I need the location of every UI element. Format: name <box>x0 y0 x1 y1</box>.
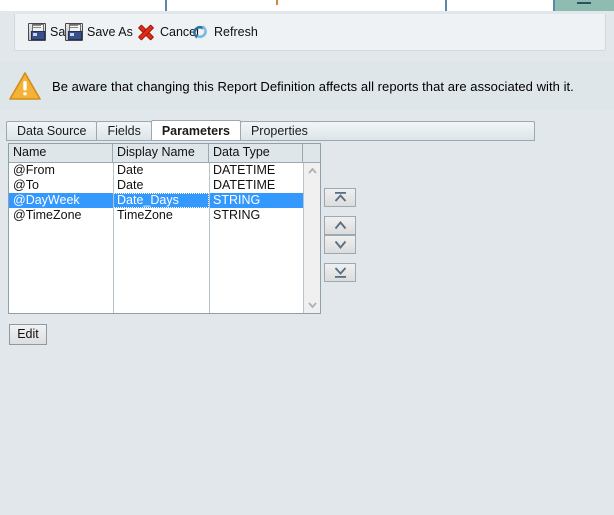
window-tab-strip <box>0 0 614 11</box>
grid-header-row: Name Display Name Data Type <box>9 144 320 163</box>
table-row[interactable]: @From Date DATETIME <box>9 163 303 178</box>
cell-data-type[interactable]: DATETIME <box>209 163 303 178</box>
warning-triangle-icon <box>8 71 42 101</box>
move-to-bottom-button[interactable] <box>324 263 356 282</box>
bar-down-arrow-icon <box>334 267 346 278</box>
toolbar-panel: Save Save As Cancel Refresh <box>14 14 606 51</box>
tab-fields[interactable]: Fields <box>96 121 152 140</box>
save-as-button[interactable]: Save As <box>62 15 136 49</box>
window-tab-3[interactable] <box>446 0 555 11</box>
cell-name[interactable]: @TimeZone <box>9 208 113 223</box>
refresh-button[interactable]: Refresh <box>187 15 261 49</box>
move-down-button[interactable] <box>324 235 356 254</box>
cell-name[interactable]: @From <box>9 163 113 178</box>
cell-name[interactable]: @DayWeek <box>9 193 113 208</box>
row-move-button-group <box>324 188 356 282</box>
tab-data-source[interactable]: Data Source <box>6 121 98 140</box>
cell-display-name[interactable]: Date <box>113 178 209 193</box>
tab-bar: Data Source Fields Parameters Properties <box>6 120 535 141</box>
move-button-gap <box>324 254 356 263</box>
chevron-down-icon <box>334 240 346 249</box>
floppy-disk-icon <box>65 23 83 41</box>
window-tab-marker-icon <box>276 0 278 5</box>
grid-vertical-scrollbar[interactable] <box>303 163 320 313</box>
bar-up-arrow-icon <box>334 192 346 202</box>
edit-button[interactable]: Edit <box>9 324 47 345</box>
table-row-selected[interactable]: @DayWeek Date_Days STRING <box>9 193 303 208</box>
circular-arrows-icon <box>190 22 210 42</box>
scroll-up-arrow-icon[interactable] <box>304 163 320 179</box>
column-header-name[interactable]: Name <box>9 144 113 162</box>
tab-bar-filler <box>317 121 535 140</box>
toolbar: Save Save As Cancel Refresh <box>0 11 614 51</box>
tab-properties[interactable]: Properties <box>239 121 319 140</box>
move-button-gap <box>324 207 356 216</box>
window-tab-1[interactable] <box>0 0 167 11</box>
cell-data-type[interactable]: STRING <box>209 208 303 223</box>
save-as-button-label: Save As <box>87 25 133 39</box>
chevron-up-icon <box>334 221 346 230</box>
table-row[interactable]: @TimeZone TimeZone STRING <box>9 208 303 223</box>
move-up-button[interactable] <box>324 216 356 235</box>
scroll-down-arrow-icon[interactable] <box>304 297 320 313</box>
move-to-top-button[interactable] <box>324 188 356 207</box>
cell-display-name[interactable]: Date <box>113 163 209 178</box>
cell-data-type[interactable]: STRING <box>209 193 303 208</box>
warning-banner: Be aware that changing this Report Defin… <box>0 62 614 110</box>
parameters-grid: Name Display Name Data Type @From Date D… <box>8 143 321 314</box>
floppy-disk-icon <box>28 23 46 41</box>
red-x-icon <box>136 22 156 42</box>
tab-parameters[interactable]: Parameters <box>150 120 241 140</box>
cell-data-type[interactable]: DATETIME <box>209 178 303 193</box>
grid-body: @From Date DATETIME @To Date DATETIME @D… <box>9 163 320 313</box>
column-header-display-name[interactable]: Display Name <box>113 144 209 162</box>
table-row[interactable]: @To Date DATETIME <box>9 178 303 193</box>
column-header-data-type[interactable]: Data Type <box>209 144 303 162</box>
window-tab-2[interactable] <box>166 0 447 11</box>
refresh-button-label: Refresh <box>214 25 258 39</box>
cell-name[interactable]: @To <box>9 178 113 193</box>
warning-message: Be aware that changing this Report Defin… <box>52 78 574 94</box>
cell-display-name[interactable]: Date_Days <box>113 193 209 208</box>
grid-rows: @From Date DATETIME @To Date DATETIME @D… <box>9 163 303 313</box>
cell-display-name[interactable]: TimeZone <box>113 208 209 223</box>
window-tab-active[interactable] <box>554 0 614 11</box>
